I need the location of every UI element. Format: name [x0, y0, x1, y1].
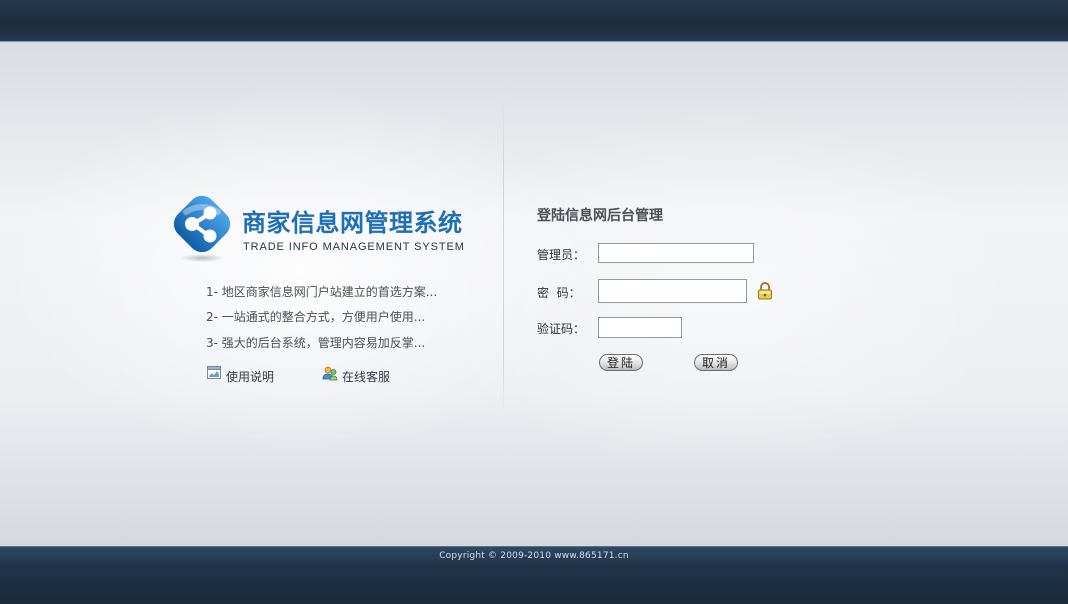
feature-item: 3- 强大的后台系统，管理内容易加反掌... — [206, 336, 426, 350]
brand-title: 商家信息网管理系统 — [242, 209, 463, 237]
feature-item: 1- 地区商家信息网门户站建立的首选方案... — [206, 285, 438, 299]
manual-link-label: 使用说明 — [226, 370, 275, 384]
top-bar — [0, 0, 1068, 42]
support-link-label: 在线客服 — [342, 370, 391, 384]
main-panel — [0, 42, 1068, 546]
manual-link[interactable]: 使用说明 — [206, 365, 274, 385]
copyright-text: Copyright © 2009-2010 www.865171.cn — [439, 551, 629, 561]
captcha-input[interactable] — [598, 317, 682, 338]
support-link[interactable]: 在线客服 — [322, 365, 390, 385]
share-nodes-icon — [173, 195, 231, 262]
login-form-title: 登陆信息网后台管理 — [537, 208, 663, 224]
document-icon — [207, 366, 221, 379]
captcha-label: 验证码： — [537, 322, 586, 336]
footer-bar: Copyright © 2009-2010 www.865171.cn — [0, 546, 1068, 604]
lock-icon — [758, 282, 772, 300]
admin-input[interactable] — [598, 243, 754, 263]
cancel-button[interactable]: 取消 — [694, 354, 738, 371]
brand-subtitle: TRADE INFO MANAGEMENT SYSTEM — [243, 241, 465, 253]
login-button[interactable]: 登陆 — [599, 354, 643, 371]
password-input[interactable] — [598, 279, 747, 303]
password-label: 密 码： — [537, 286, 581, 300]
feature-item: 2- 一站通式的整合方式，方便用户使用... — [206, 310, 426, 324]
admin-label: 管理员： — [537, 248, 586, 262]
customer-service-icon — [322, 366, 338, 381]
vertical-divider — [503, 100, 504, 415]
